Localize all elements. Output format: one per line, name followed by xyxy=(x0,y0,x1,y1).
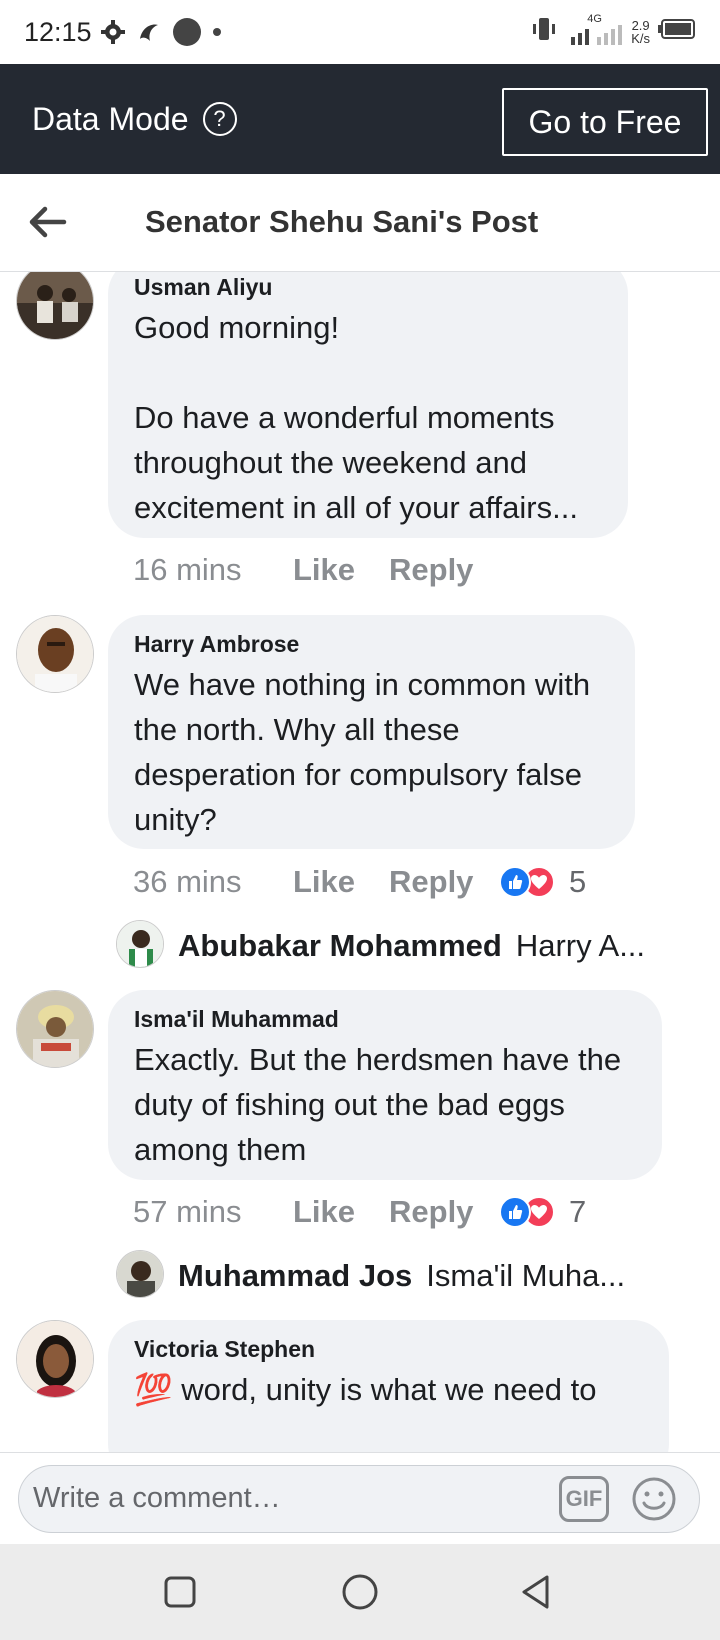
comment-author[interactable]: Victoria Stephen xyxy=(134,1336,643,1363)
page-title: Senator Shehu Sani's Post xyxy=(145,204,539,239)
reply-button[interactable]: Reply xyxy=(389,1194,499,1230)
reactions-summary[interactable]: 5 xyxy=(499,864,586,900)
signal-4g: 4G xyxy=(567,12,623,49)
circle-notification-icon xyxy=(172,17,202,47)
comment-author[interactable]: Harry Ambrose xyxy=(134,631,609,658)
smiley-icon[interactable] xyxy=(631,1476,677,1522)
comment-time: 16 mins xyxy=(133,552,242,587)
comment-actions: 36 mins Like Reply 5 xyxy=(133,864,586,900)
comment-text: We have nothing in common with the north… xyxy=(134,667,591,837)
comment-bubble[interactable]: Victoria Stephen 💯 word, unity is what w… xyxy=(108,1320,669,1452)
gif-button[interactable]: GIF xyxy=(559,1476,609,1522)
app-notification-icon xyxy=(136,19,162,45)
comment-text: 💯 word, unity is what we need to xyxy=(134,1372,597,1407)
avatar-muhammad-jos[interactable] xyxy=(116,1250,164,1298)
go-to-free-button[interactable]: Go to Free xyxy=(502,88,708,156)
net-speed: 2.9 K/s xyxy=(631,17,650,46)
like-button[interactable]: Like xyxy=(293,864,389,900)
reply-preview[interactable]: Abubakar Mohammed Harry A... xyxy=(178,928,645,964)
comment-bubble[interactable]: Isma'il Muhammad Exactly. But the herdsm… xyxy=(108,990,662,1180)
reply-preview[interactable]: Muhammad Jos Isma'il Muha... xyxy=(178,1258,625,1294)
dot-notification-icon xyxy=(212,27,222,37)
comments-list[interactable]: Usman Aliyu Good morning! Do have a wond… xyxy=(0,272,720,1452)
comment-bubble[interactable]: Usman Aliyu Good morning! Do have a wond… xyxy=(108,272,628,538)
like-button[interactable]: Like xyxy=(293,552,389,588)
system-nav-bar xyxy=(0,1544,720,1640)
back-triangle-icon[interactable] xyxy=(516,1572,556,1612)
comment-time: 36 mins xyxy=(133,864,242,899)
reactions-summary[interactable]: 7 xyxy=(499,1194,586,1230)
reply-author[interactable]: Muhammad Jos xyxy=(178,1258,412,1294)
comment-bubble[interactable]: Harry Ambrose We have nothing in common … xyxy=(108,615,635,849)
vibrate-icon xyxy=(529,14,559,49)
reply-snippet: Isma'il Muha... xyxy=(426,1258,626,1293)
avatar-harry-ambrose[interactable] xyxy=(16,615,94,693)
avatar-victoria-stephen[interactable] xyxy=(16,1320,94,1398)
settings-gear-icon xyxy=(100,19,126,45)
reply-button[interactable]: Reply xyxy=(389,864,499,900)
status-bar: 12:15 4G 2.9 K/s xyxy=(0,0,720,64)
reply-snippet: Harry A... xyxy=(515,928,646,963)
comment-time: 57 mins xyxy=(133,1194,242,1229)
home-circle-icon[interactable] xyxy=(340,1572,380,1612)
avatar-usman-aliyu[interactable] xyxy=(16,272,94,340)
comment-input[interactable]: Write a comment… GIF xyxy=(18,1465,700,1533)
banner-title: Data Mode xyxy=(32,100,189,137)
status-right: 4G 2.9 K/s xyxy=(529,12,696,49)
help-icon[interactable]: ? xyxy=(202,102,237,136)
like-reaction-icon xyxy=(499,1196,531,1228)
screen: 12:15 4G 2.9 K/s Data Mode ? Go to Free … xyxy=(0,0,720,1640)
reply-button[interactable]: Reply xyxy=(389,552,499,588)
reaction-count: 7 xyxy=(569,1194,587,1229)
comment-author[interactable]: Isma'il Muhammad xyxy=(134,1006,636,1033)
data-mode-banner: Data Mode ? Go to Free xyxy=(0,64,720,174)
post-header: Senator Shehu Sani's Post xyxy=(0,174,720,272)
comment-text: Good morning! Do have a wonderful moment… xyxy=(134,310,578,525)
like-reaction-icon xyxy=(499,866,531,898)
comment-author[interactable]: Usman Aliyu xyxy=(134,274,602,301)
back-arrow-icon[interactable] xyxy=(28,202,68,242)
avatar-ismail-muhammad[interactable] xyxy=(16,990,94,1068)
avatar-abubakar-mohammed[interactable] xyxy=(116,920,164,968)
comment-placeholder[interactable]: Write a comment… xyxy=(33,1482,281,1515)
like-button[interactable]: Like xyxy=(293,1194,389,1230)
comment-actions: 57 mins Like Reply 7 xyxy=(133,1194,586,1230)
comment-actions: 16 mins Like Reply xyxy=(133,552,499,588)
comment-text: Exactly. But the herdsmen have the duty … xyxy=(134,1042,622,1167)
battery-icon xyxy=(658,18,696,45)
recents-square-icon[interactable] xyxy=(160,1572,200,1612)
comment-composer: Write a comment… GIF xyxy=(0,1452,720,1544)
status-time: 12:15 xyxy=(24,16,92,47)
reply-author[interactable]: Abubakar Mohammed xyxy=(178,928,502,964)
reaction-count: 5 xyxy=(569,864,587,899)
network-type: 4G xyxy=(587,12,602,25)
